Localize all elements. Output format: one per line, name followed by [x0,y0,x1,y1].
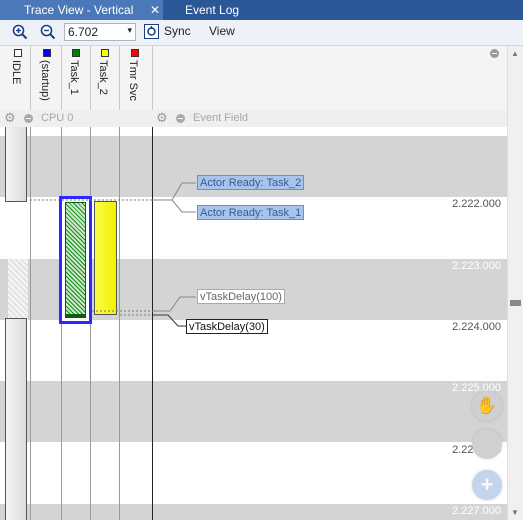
event-label-actor-ready-task2[interactable]: Actor Ready: Task_2 [197,175,305,190]
column-separator [61,46,62,110]
gear-icon[interactable]: ⚙ [156,111,168,124]
task-color-task1 [72,49,80,57]
task-label-task1[interactable]: Task_1 [68,60,80,95]
plus-icon: + [480,472,494,497]
vertical-scrollbar[interactable]: ▲ ▼ [507,46,523,520]
scroll-down-icon[interactable]: ▼ [511,508,519,517]
column-separator [90,46,91,110]
tab-event-log-label: Event Log [185,3,240,17]
timestamp-label: 2.223.000 [452,260,501,272]
collapse-icon[interactable] [490,49,499,58]
task-color-idle [14,49,22,57]
circle-icon [472,429,502,459]
zoom-level-value: 6.702 [68,25,99,39]
zoom-level-combobox[interactable]: 6.702 ▾ [64,23,136,41]
tab-bar: Trace View - Vertical ✕ Event Log [0,0,523,20]
timestamp-label: 2.221.000 (s.ms.µs) [403,139,501,151]
task-label-idle[interactable]: IDLE [10,60,22,84]
close-icon[interactable]: ✕ [149,0,161,20]
task-color-task2 [101,49,109,57]
timestamp-label: 2.227.000 [452,505,501,517]
task-label-task2[interactable]: Task_2 [97,60,109,95]
zoom-reset-button[interactable] [472,429,502,459]
tab-event-log[interactable]: Event Log [163,0,283,20]
chevron-down-icon[interactable]: ▾ [127,25,132,36]
task-color-startup [43,49,51,57]
pan-button[interactable]: ✋ [472,391,502,421]
hand-icon: ✋ [476,396,498,415]
event-label-vtaskdelay-100[interactable]: vTaskDelay(100) [197,289,285,304]
view-menu[interactable]: View [209,24,235,38]
task-label-tmr-svc[interactable]: Tmr Svc [127,60,139,101]
sync-label: Sync [164,24,191,38]
tab-trace-view[interactable]: Trace View - Vertical ✕ [0,0,163,20]
timestamp-label: 2.222.000 [452,198,501,210]
zoom-in-icon[interactable] [12,24,28,40]
field-subheader: ⚙ CPU 0 ⚙ Event Field [0,110,523,128]
add-button[interactable]: + [472,470,502,500]
timeline[interactable]: 2.221.000 (s.ms.µs) 2.222.000 2.223.000 … [0,127,507,520]
remove-cpu-icon[interactable] [24,114,33,123]
task-color-tmr-svc [131,49,139,57]
column-separator [30,46,31,110]
column-separator [119,46,120,110]
scroll-up-icon[interactable]: ▲ [511,49,519,58]
timestamp-label: 2.224.000 [452,321,501,333]
cpu-label: CPU 0 [41,112,74,124]
column-separator [152,46,153,110]
sync-icon [144,24,159,39]
zoom-out-icon[interactable] [40,24,56,40]
task-header: IDLE (startup) Task_1 Task_2 Tmr Svc [0,46,523,111]
remove-field-icon[interactable] [176,114,185,123]
event-label-vtaskdelay-30[interactable]: vTaskDelay(30) [186,319,268,334]
event-label-actor-ready-task1[interactable]: Actor Ready: Task_1 [197,205,305,220]
toolbar: 6.702 ▾ Sync View [0,20,523,46]
task-label-startup[interactable]: (startup) [39,60,51,101]
gear-icon[interactable]: ⚙ [4,111,16,124]
event-field-label: Event Field [193,112,249,124]
scroll-thumb[interactable] [510,300,521,306]
tab-trace-view-label: Trace View - Vertical [24,3,134,17]
